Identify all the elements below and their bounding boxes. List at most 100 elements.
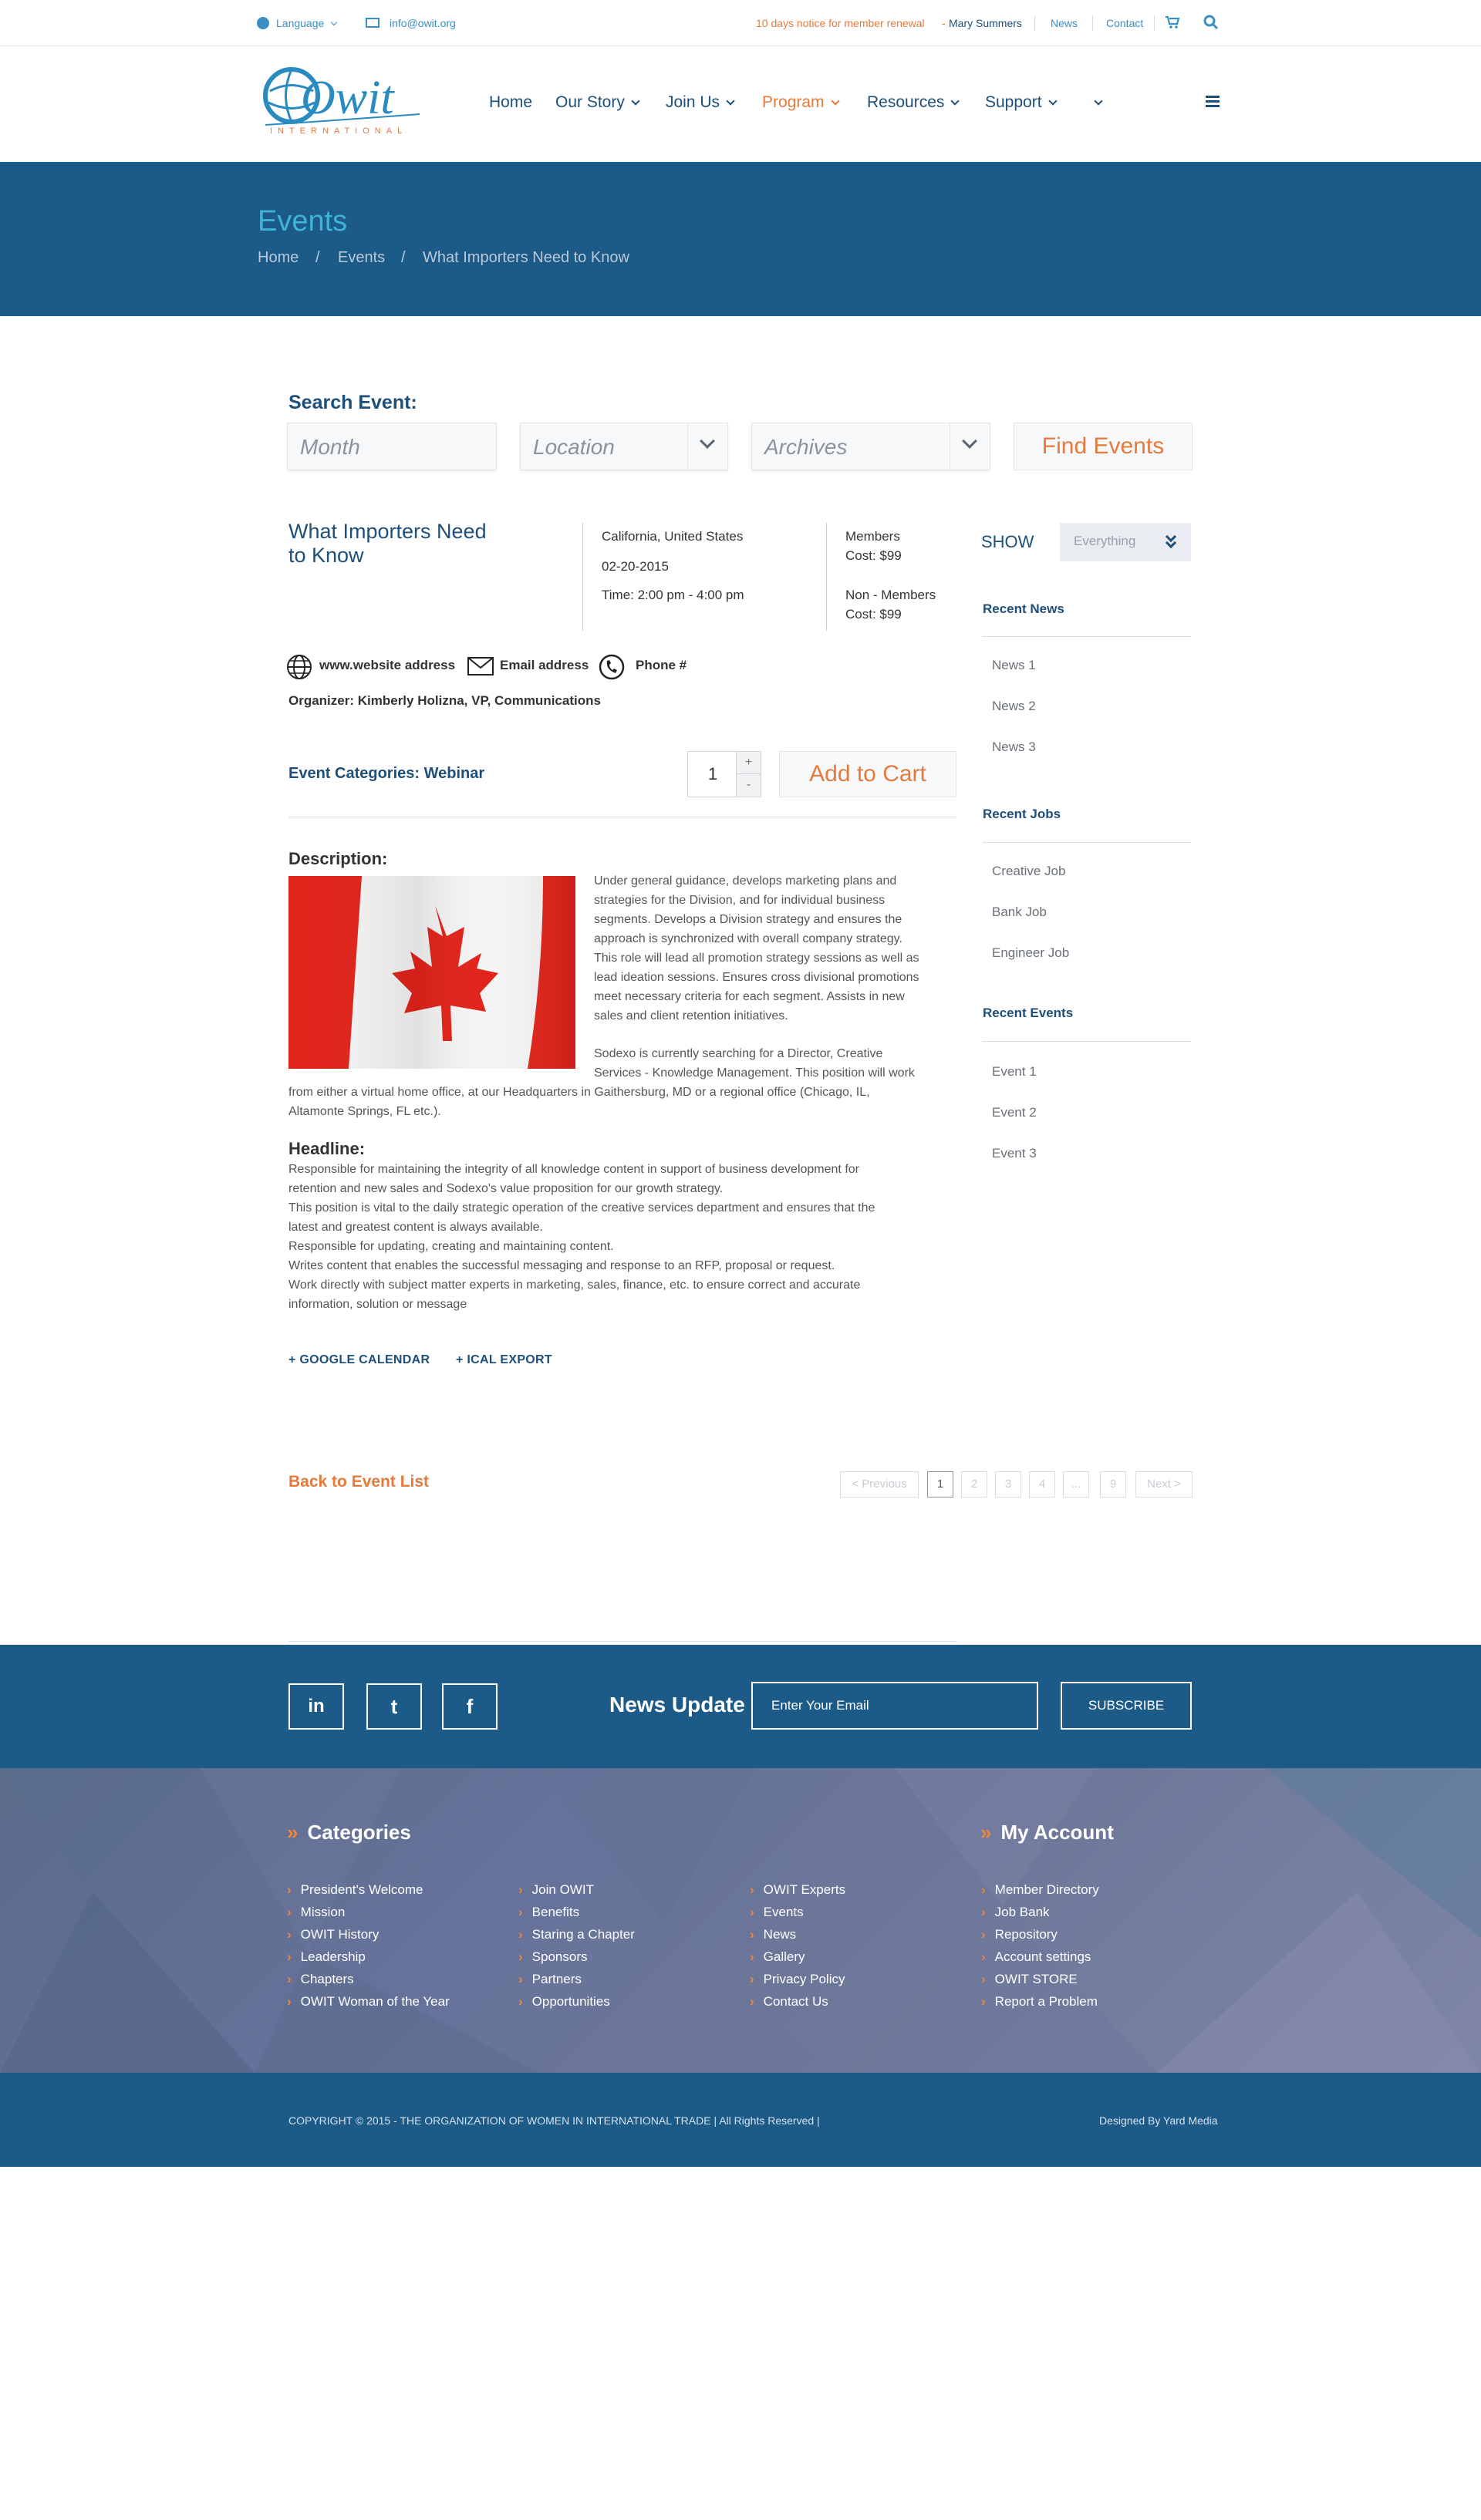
pagination-previous[interactable]: < Previous xyxy=(840,1471,919,1498)
recent-news-item[interactable]: News 2 xyxy=(992,699,1036,714)
pagination-page-3[interactable]: 3 xyxy=(995,1471,1021,1498)
text-line: from either a virtual home office, at ou… xyxy=(288,1086,870,1099)
designed-by-link[interactable]: Designed By Yard Media xyxy=(1099,2114,1218,2127)
footer-link[interactable]: › OWIT History xyxy=(287,1927,379,1942)
user-name-link[interactable]: Mary Summers xyxy=(949,17,1022,29)
footer-link[interactable]: › Events xyxy=(750,1905,804,1920)
pagination-page-4[interactable]: 4 xyxy=(1029,1471,1055,1498)
event-phone-link[interactable]: Phone # xyxy=(636,658,687,673)
footer-link[interactable]: › Contact Us xyxy=(750,1994,828,2010)
google-calendar-link[interactable]: + GOOGLE CALENDAR xyxy=(288,1353,430,1367)
chevron-right-icon: › xyxy=(750,1994,754,2009)
footer-link[interactable]: › Privacy Policy xyxy=(750,1972,845,1987)
footer-link-text: Sponsors xyxy=(531,1949,588,1964)
text-line: Services - Knowledge Management. This po… xyxy=(594,1066,915,1080)
search-icon[interactable] xyxy=(1203,15,1219,30)
add-to-cart-button[interactable]: Add to Cart xyxy=(779,751,956,797)
footer-link[interactable]: › Job Bank xyxy=(981,1905,1050,1920)
back-to-event-list-link[interactable]: Back to Event List xyxy=(288,1473,429,1491)
recent-job-item[interactable]: Engineer Job xyxy=(992,945,1069,961)
pagination-page-9[interactable]: 9 xyxy=(1100,1471,1126,1498)
footer-link[interactable]: › Sponsors xyxy=(518,1949,588,1965)
show-filter-select[interactable]: Everything xyxy=(1060,523,1191,561)
topbar-news-link[interactable]: News xyxy=(1051,17,1078,29)
language-selector[interactable]: Language xyxy=(276,17,338,29)
quantity-value[interactable]: 1 xyxy=(688,752,737,797)
cart-icon[interactable] xyxy=(1165,15,1180,29)
nav-our-story[interactable]: Our Story xyxy=(555,93,640,112)
ical-export-link[interactable]: + ICAL EXPORT xyxy=(456,1353,552,1367)
divider xyxy=(1154,15,1155,31)
footer-link[interactable]: › OWIT Woman of the Year xyxy=(287,1994,450,2010)
footer-link[interactable]: › OWIT Experts xyxy=(750,1882,845,1898)
find-events-button[interactable]: Find Events xyxy=(1014,423,1193,470)
archives-select[interactable]: Archives xyxy=(751,423,990,470)
event-website-link[interactable]: www.website address xyxy=(319,658,455,673)
location-select[interactable]: Location xyxy=(520,423,728,470)
recent-job-item[interactable]: Bank Job xyxy=(992,905,1047,920)
archives-dropdown-toggle[interactable] xyxy=(950,423,990,470)
footer-link-text: Staring a Chapter xyxy=(531,1927,635,1942)
footer-link[interactable]: › Report a Problem xyxy=(981,1994,1098,2010)
members-cost: Cost: $99 xyxy=(845,548,902,563)
text-line: latest and greatest content is always av… xyxy=(288,1221,543,1234)
footer-link-text: Mission xyxy=(300,1905,346,1919)
chevron-down-icon xyxy=(1047,96,1058,106)
footer-link[interactable]: › Leadership xyxy=(287,1949,366,1965)
recent-event-item[interactable]: Event 3 xyxy=(992,1146,1037,1161)
recent-event-item[interactable]: Event 1 xyxy=(992,1064,1037,1080)
nav-join-us[interactable]: Join Us xyxy=(666,93,735,112)
footer-link[interactable]: › Staring a Chapter xyxy=(518,1927,635,1942)
recent-job-item[interactable]: Creative Job xyxy=(992,864,1065,879)
topbar-contact-link[interactable]: Contact xyxy=(1106,17,1143,29)
breadcrumb-home[interactable]: Home xyxy=(258,249,299,267)
nav-home[interactable]: Home xyxy=(489,93,532,112)
double-chevron-right-icon: » xyxy=(287,1821,299,1844)
footer-link[interactable]: › Mission xyxy=(287,1905,345,1920)
topbar-email-link[interactable]: info@owit.org xyxy=(390,17,456,29)
chevron-down-icon xyxy=(1094,96,1103,106)
footer-link[interactable]: › Account settings xyxy=(981,1949,1091,1965)
nav-more-dropdown[interactable] xyxy=(1088,93,1103,112)
footer-link[interactable]: › Member Directory xyxy=(981,1882,1099,1898)
footer-link[interactable]: › Chapters xyxy=(287,1972,354,1987)
linkedin-icon[interactable]: in xyxy=(288,1683,344,1730)
quantity-stepper[interactable]: 1 + - xyxy=(687,751,761,797)
footer-link[interactable]: › Benefits xyxy=(518,1905,579,1920)
chevron-down-icon xyxy=(631,96,640,106)
recent-event-item[interactable]: Event 2 xyxy=(992,1105,1037,1120)
hamburger-menu-icon[interactable] xyxy=(1206,96,1220,108)
month-input[interactable]: Month xyxy=(287,423,497,470)
footer-link[interactable]: › Repository xyxy=(981,1927,1058,1942)
event-categories: Event Categories: Webinar xyxy=(288,765,485,782)
footer-categories-heading: » Categories xyxy=(287,1821,411,1845)
footer-link[interactable]: › OWIT STORE xyxy=(981,1972,1078,1987)
footer-link[interactable]: › Join OWIT xyxy=(518,1882,594,1898)
facebook-icon[interactable]: f xyxy=(442,1683,498,1730)
recent-news-item[interactable]: News 1 xyxy=(992,658,1036,673)
location-dropdown-toggle[interactable] xyxy=(687,423,727,470)
recent-news-item[interactable]: News 3 xyxy=(992,739,1036,755)
owit-logo[interactable]: Owit INTERNATIONAL xyxy=(261,60,423,137)
nav-resources[interactable]: Resources xyxy=(867,93,960,112)
text-line: meet necessary criteria for each segment… xyxy=(594,990,905,1003)
quantity-increment-button[interactable]: + xyxy=(736,752,761,774)
footer-link[interactable]: › Opportunities xyxy=(518,1994,610,2010)
description-heading: Description: xyxy=(288,849,388,868)
footer-link[interactable]: › President's Welcome xyxy=(287,1882,423,1898)
twitter-icon[interactable]: t xyxy=(366,1683,422,1730)
subscribe-button[interactable]: SUBSCRIBE xyxy=(1061,1682,1192,1730)
footer-link[interactable]: › Partners xyxy=(518,1972,582,1987)
newsletter-email-input[interactable] xyxy=(751,1682,1038,1730)
pagination-next[interactable]: Next > xyxy=(1135,1471,1193,1498)
event-email-link[interactable]: Email address xyxy=(500,658,589,673)
pagination-page-2[interactable]: 2 xyxy=(961,1471,987,1498)
footer-link[interactable]: › Gallery xyxy=(750,1949,805,1965)
nav-support[interactable]: Support xyxy=(985,93,1058,112)
footer-link[interactable]: › News xyxy=(750,1927,796,1942)
pagination-page-1[interactable]: 1 xyxy=(927,1471,953,1498)
headline-heading: Headline: xyxy=(288,1139,366,1158)
quantity-decrement-button[interactable]: - xyxy=(736,774,761,797)
breadcrumb-events[interactable]: Events xyxy=(338,249,385,267)
nav-program[interactable]: Program xyxy=(762,93,840,112)
